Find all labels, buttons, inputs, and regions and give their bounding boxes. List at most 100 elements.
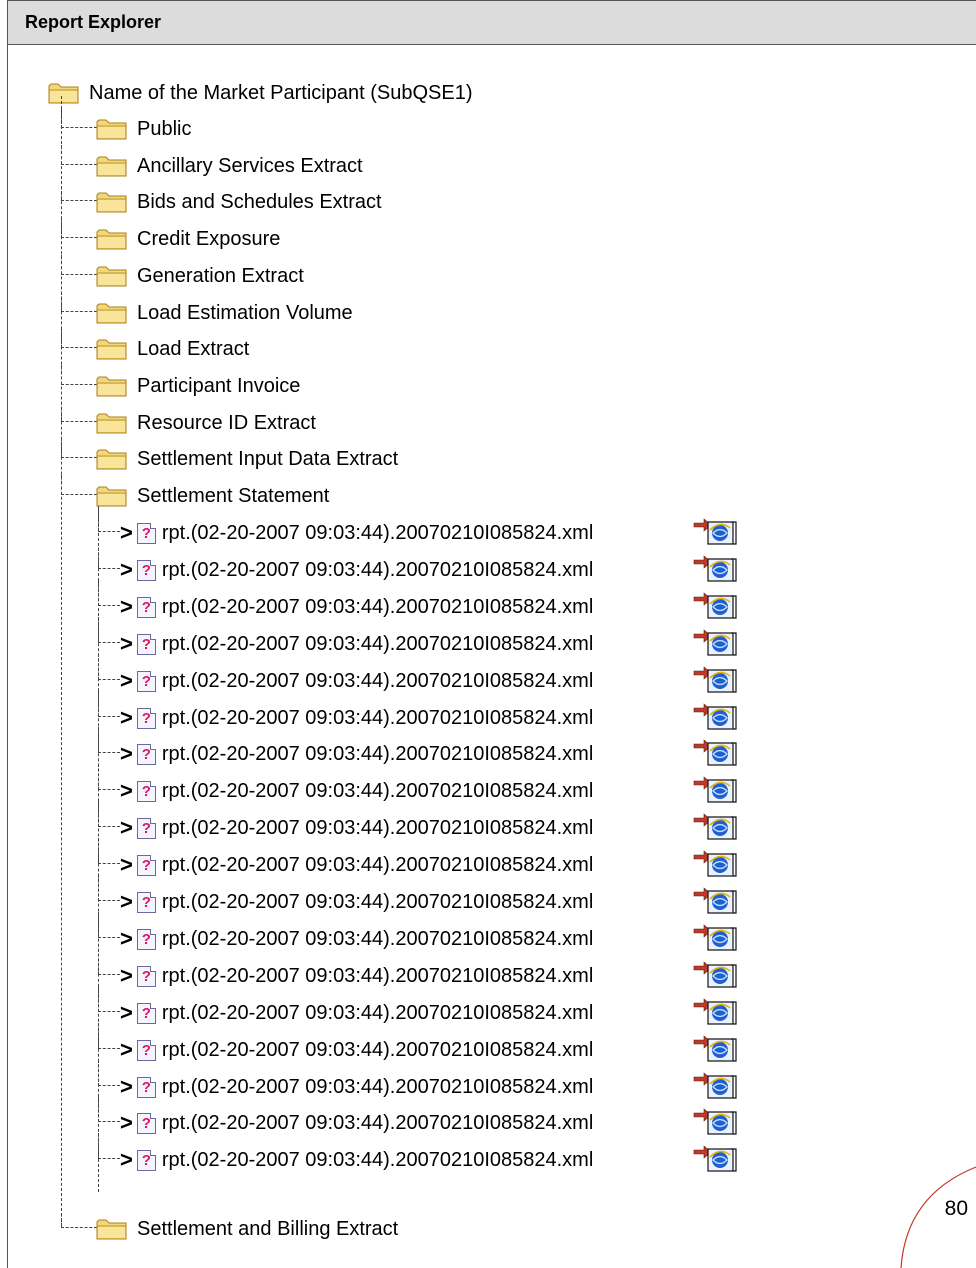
file-connector: [98, 580, 120, 606]
arrow-right-icon: >: [120, 889, 133, 914]
file-node[interactable]: >? rpt.(02-20-2007 09:03:44).20070210I085…: [120, 1108, 593, 1138]
arrow-right-icon: >: [120, 1110, 133, 1135]
arrow-right-icon: >: [120, 1037, 133, 1062]
file-link: rpt.(02-20-2007 09:03:44).20070210I08582…: [161, 853, 594, 876]
folder-node[interactable]: Settlement and Billing Extract: [96, 1214, 398, 1244]
folder-node[interactable]: Generation Extract: [96, 261, 304, 291]
file-node[interactable]: >? rpt.(02-20-2007 09:03:44).20070210I085…: [120, 850, 593, 880]
open-in-browser-icon[interactable]: [692, 627, 738, 657]
unknown-file-icon: ?: [136, 743, 156, 765]
file-node[interactable]: >? rpt.(02-20-2007 09:03:44).20070210I085…: [120, 518, 593, 548]
file-node[interactable]: >? rpt.(02-20-2007 09:03:44).20070210I085…: [120, 924, 593, 954]
arrow-right-icon: >: [120, 741, 133, 766]
file-node[interactable]: >? rpt.(02-20-2007 09:03:44).20070210I085…: [120, 1072, 593, 1102]
open-in-browser-icon[interactable]: [692, 1033, 738, 1063]
file-link: rpt.(02-20-2007 09:03:44).20070210I08582…: [161, 1001, 594, 1024]
file-link: rpt.(02-20-2007 09:03:44).20070210I08582…: [161, 927, 594, 950]
file-node[interactable]: >? rpt.(02-20-2007 09:03:44).20070210I085…: [120, 592, 593, 622]
folder-connector: [61, 218, 97, 238]
file-node[interactable]: >? rpt.(02-20-2007 09:03:44).20070210I085…: [120, 776, 593, 806]
file-node[interactable]: >? rpt.(02-20-2007 09:03:44).20070210I085…: [120, 666, 593, 696]
folder-node[interactable]: Settlement Input Data Extract: [96, 444, 398, 474]
folder-node[interactable]: Credit Exposure: [96, 224, 280, 254]
file-node[interactable]: >? rpt.(02-20-2007 09:03:44).20070210I085…: [120, 813, 593, 843]
unknown-file-icon: ?: [136, 1076, 156, 1098]
folder-node[interactable]: Load Extract: [96, 334, 249, 364]
unknown-file-icon: ?: [136, 965, 156, 987]
folder-icon: [96, 119, 127, 140]
open-in-browser-icon[interactable]: [692, 1143, 738, 1173]
open-in-browser-icon[interactable]: [692, 885, 738, 915]
file-node[interactable]: >? rpt.(02-20-2007 09:03:44).20070210I085…: [120, 1035, 593, 1065]
folder-node[interactable]: Load Estimation Volume: [96, 298, 353, 328]
file-node[interactable]: >? rpt.(02-20-2007 09:03:44).20070210I085…: [120, 629, 593, 659]
file-node[interactable]: >? rpt.(02-20-2007 09:03:44).20070210I085…: [120, 887, 593, 917]
open-in-browser-icon[interactable]: [692, 1106, 738, 1136]
file-connector: [98, 986, 120, 1012]
file-node[interactable]: >? rpt.(02-20-2007 09:03:44).20070210I085…: [120, 703, 593, 733]
file-link: rpt.(02-20-2007 09:03:44).20070210I08582…: [161, 816, 594, 839]
folder-node[interactable]: Bids and Schedules Extract: [96, 187, 382, 217]
folder-connector: [61, 181, 97, 201]
unknown-file-icon: ?: [136, 1112, 156, 1134]
file-node[interactable]: >? rpt.(02-20-2007 09:03:44).20070210I085…: [120, 555, 593, 585]
folder-icon: [48, 83, 79, 104]
file-link: rpt.(02-20-2007 09:03:44).20070210I08582…: [161, 1038, 594, 1061]
folder-label: Generation Extract: [137, 264, 304, 287]
folder-icon: [96, 449, 127, 470]
open-in-browser-icon[interactable]: [692, 1070, 738, 1100]
folder-node[interactable]: Settlement Statement: [96, 481, 329, 511]
folder-node[interactable]: Public: [96, 114, 191, 144]
arrow-right-icon: >: [120, 631, 133, 656]
arrow-right-icon: >: [120, 557, 133, 582]
arrow-right-icon: >: [120, 594, 133, 619]
open-in-browser-icon[interactable]: [692, 553, 738, 583]
unknown-file-icon: ?: [136, 817, 156, 839]
tree-root-node[interactable]: Name of the Market Participant (SubQSE1): [48, 78, 473, 108]
folder-connector: [61, 328, 97, 348]
folder-node[interactable]: Resource ID Extract: [96, 408, 316, 438]
open-in-browser-icon[interactable]: [692, 701, 738, 731]
open-in-browser-icon[interactable]: [692, 737, 738, 767]
open-in-browser-icon[interactable]: [692, 959, 738, 989]
arrow-right-icon: >: [120, 1000, 133, 1025]
file-node[interactable]: >? rpt.(02-20-2007 09:03:44).20070210I085…: [120, 961, 593, 991]
open-in-browser-icon[interactable]: [692, 516, 738, 546]
file-connector: [98, 654, 120, 680]
folder-label: Public: [137, 117, 192, 140]
file-node[interactable]: >? rpt.(02-20-2007 09:03:44).20070210I085…: [120, 998, 593, 1028]
arrow-right-icon: >: [120, 963, 133, 988]
file-connector: [98, 1096, 120, 1122]
folder-node[interactable]: Ancillary Services Extract: [96, 151, 363, 181]
open-in-browser-icon[interactable]: [692, 590, 738, 620]
open-in-browser-icon[interactable]: [692, 848, 738, 878]
folder-label: Settlement Input Data Extract: [137, 447, 399, 470]
open-in-browser-icon[interactable]: [692, 774, 738, 804]
file-link: rpt.(02-20-2007 09:03:44).20070210I08582…: [161, 1111, 594, 1134]
file-link: rpt.(02-20-2007 09:03:44).20070210I08582…: [161, 1148, 594, 1171]
folder-icon: [96, 376, 127, 397]
arrow-right-icon: >: [120, 778, 133, 803]
open-in-browser-icon[interactable]: [692, 996, 738, 1026]
unknown-file-icon: ?: [136, 559, 156, 581]
file-connector: [98, 801, 120, 827]
folder-icon: [96, 413, 127, 434]
file-node[interactable]: >? rpt.(02-20-2007 09:03:44).20070210I085…: [120, 739, 593, 769]
unknown-file-icon: ?: [136, 1039, 156, 1061]
open-in-browser-icon[interactable]: [692, 811, 738, 841]
tree-trunk-line: [61, 96, 62, 1226]
open-in-browser-icon[interactable]: [692, 922, 738, 952]
open-in-browser-icon[interactable]: [692, 664, 738, 694]
folder-node[interactable]: Participant Invoice: [96, 371, 300, 401]
file-connector: [98, 912, 120, 938]
folder-connector: [61, 402, 97, 422]
arrow-right-icon: >: [120, 1074, 133, 1099]
file-link: rpt.(02-20-2007 09:03:44).20070210I08582…: [161, 558, 594, 581]
unknown-file-icon: ?: [136, 1002, 156, 1024]
unknown-file-icon: ?: [136, 707, 156, 729]
file-node[interactable]: >? rpt.(02-20-2007 09:03:44).20070210I085…: [120, 1145, 593, 1175]
file-link: rpt.(02-20-2007 09:03:44).20070210I08582…: [161, 521, 594, 544]
file-link: rpt.(02-20-2007 09:03:44).20070210I08582…: [161, 742, 594, 765]
folder-icon: [96, 192, 127, 213]
unknown-file-icon: ?: [136, 670, 156, 692]
